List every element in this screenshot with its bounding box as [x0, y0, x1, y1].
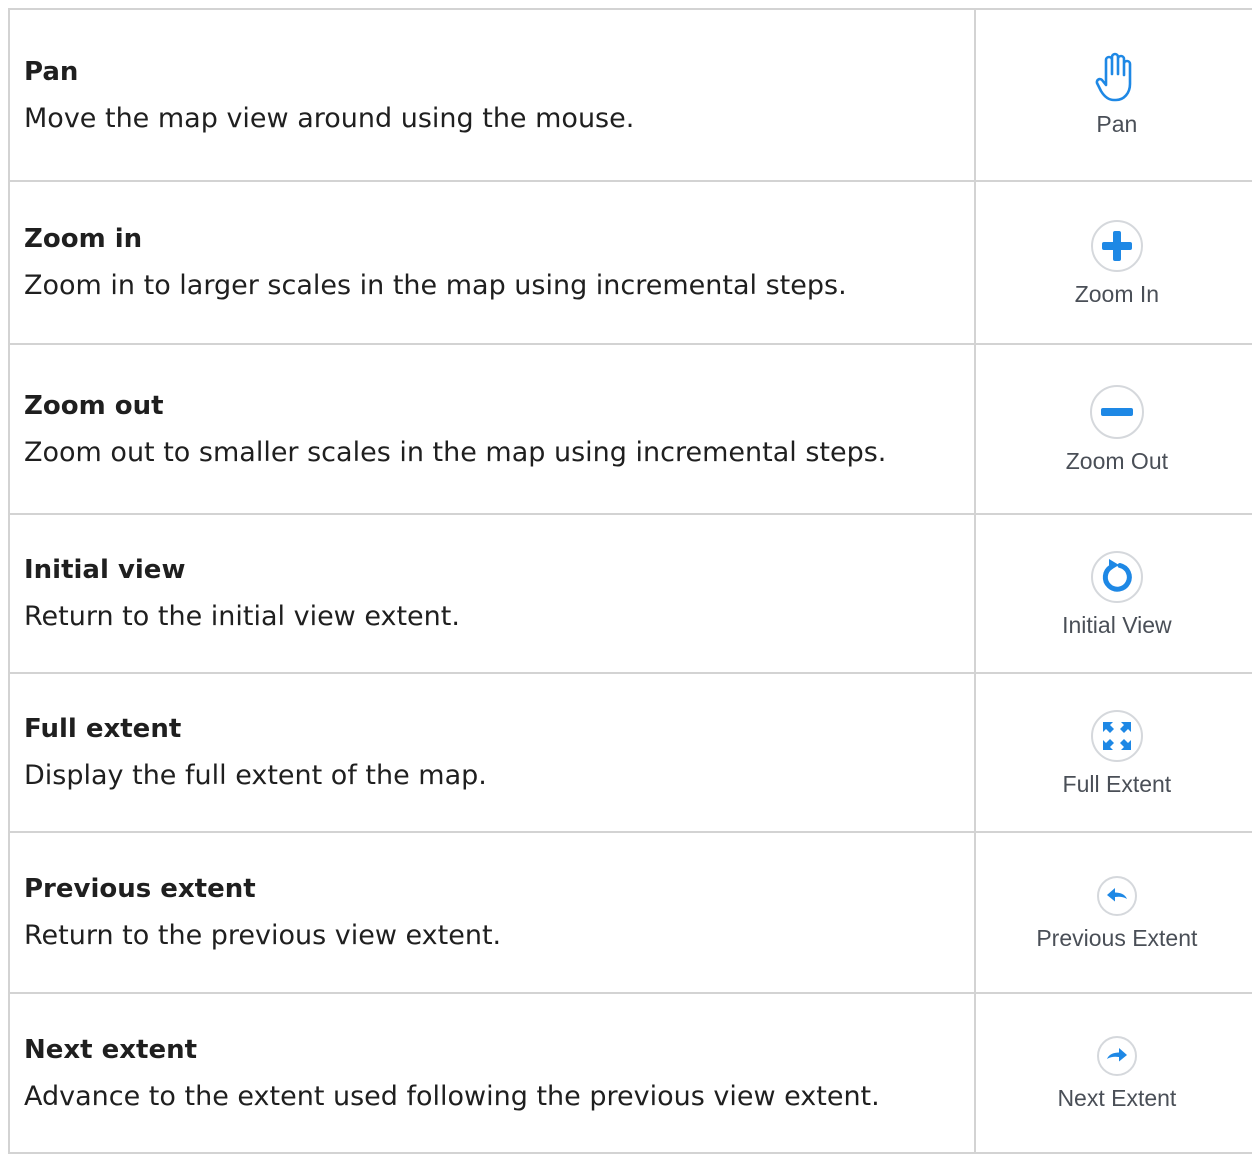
tool-button-full-extent[interactable]: Full Extent: [973, 672, 1252, 833]
tool-label: Zoom Out: [1065, 448, 1169, 475]
map-tools-table: Pan Move the map view around using the m…: [8, 8, 1252, 1154]
tool-title: Initial view: [24, 555, 186, 585]
tool-description-cell: Full extent Display the full extent of t…: [8, 672, 976, 833]
tool-row-pan: Pan Move the map view around using the m…: [8, 8, 1252, 182]
tool-description: Zoom out to smaller scales in the map us…: [24, 436, 887, 468]
full-extent-icon: [1090, 709, 1143, 762]
tool-row-full-extent: Full extent Display the full extent of t…: [8, 672, 1252, 833]
tool-row-next-extent: Next extent Advance to the extent used f…: [8, 992, 1252, 1154]
previous-extent-icon: [1096, 875, 1137, 916]
tool-label: Pan: [1096, 111, 1138, 138]
tool-description: Move the map view around using the mouse…: [24, 102, 635, 134]
tool-title: Zoom out: [24, 390, 164, 421]
tool-description-cell: Next extent Advance to the extent used f…: [8, 992, 976, 1154]
tool-label: Zoom In: [1074, 280, 1160, 307]
zoom-out-icon: [1089, 385, 1144, 440]
tool-label: Previous Extent: [1036, 924, 1198, 951]
tool-title: Zoom in: [24, 224, 143, 254]
tool-button-previous-extent[interactable]: Previous Extent: [973, 831, 1252, 994]
initial-view-icon: [1090, 550, 1143, 603]
tool-description-cell: Initial view Return to the initial view …: [8, 513, 976, 674]
tool-row-zoom-out: Zoom out Zoom out to smaller scales in t…: [8, 343, 1252, 515]
tool-button-zoom-out[interactable]: Zoom Out: [973, 343, 1252, 515]
zoom-in-icon: [1090, 219, 1143, 272]
tool-description-cell: Zoom out Zoom out to smaller scales in t…: [8, 343, 976, 515]
tool-description: Advance to the extent used following the…: [24, 1080, 880, 1112]
tool-description-cell: Zoom in Zoom in to larger scales in the …: [8, 180, 976, 345]
tool-title: Previous extent: [24, 874, 256, 904]
tool-button-next-extent[interactable]: Next Extent: [973, 992, 1252, 1154]
tool-title: Next extent: [24, 1034, 198, 1065]
tool-label: Next Extent: [1057, 1085, 1177, 1112]
tool-title: Pan: [24, 56, 79, 87]
tool-description-cell: Previous extent Return to the previous v…: [8, 831, 976, 994]
tool-row-previous-extent: Previous extent Return to the previous v…: [8, 831, 1252, 994]
hand-pan-icon: [1095, 53, 1132, 102]
tool-description: Return to the previous view extent.: [24, 920, 502, 951]
next-extent-icon: [1096, 1036, 1137, 1077]
tool-description: Zoom in to larger scales in the map usin…: [24, 270, 847, 301]
tool-description-cell: Pan Move the map view around using the m…: [8, 8, 976, 182]
tool-description: Display the full extent of the map.: [24, 760, 487, 791]
tool-description: Return to the initial view extent.: [24, 601, 460, 632]
tool-button-zoom-in[interactable]: Zoom In: [973, 180, 1252, 345]
tool-button-pan[interactable]: Pan: [973, 8, 1252, 182]
tool-row-initial-view: Initial view Return to the initial view …: [8, 513, 1252, 674]
tool-title: Full extent: [24, 714, 182, 744]
tool-button-initial-view[interactable]: Initial View: [973, 513, 1252, 674]
tool-row-zoom-in: Zoom in Zoom in to larger scales in the …: [8, 180, 1252, 345]
tool-label: Full Extent: [1062, 770, 1172, 797]
tool-label: Initial View: [1062, 611, 1172, 638]
